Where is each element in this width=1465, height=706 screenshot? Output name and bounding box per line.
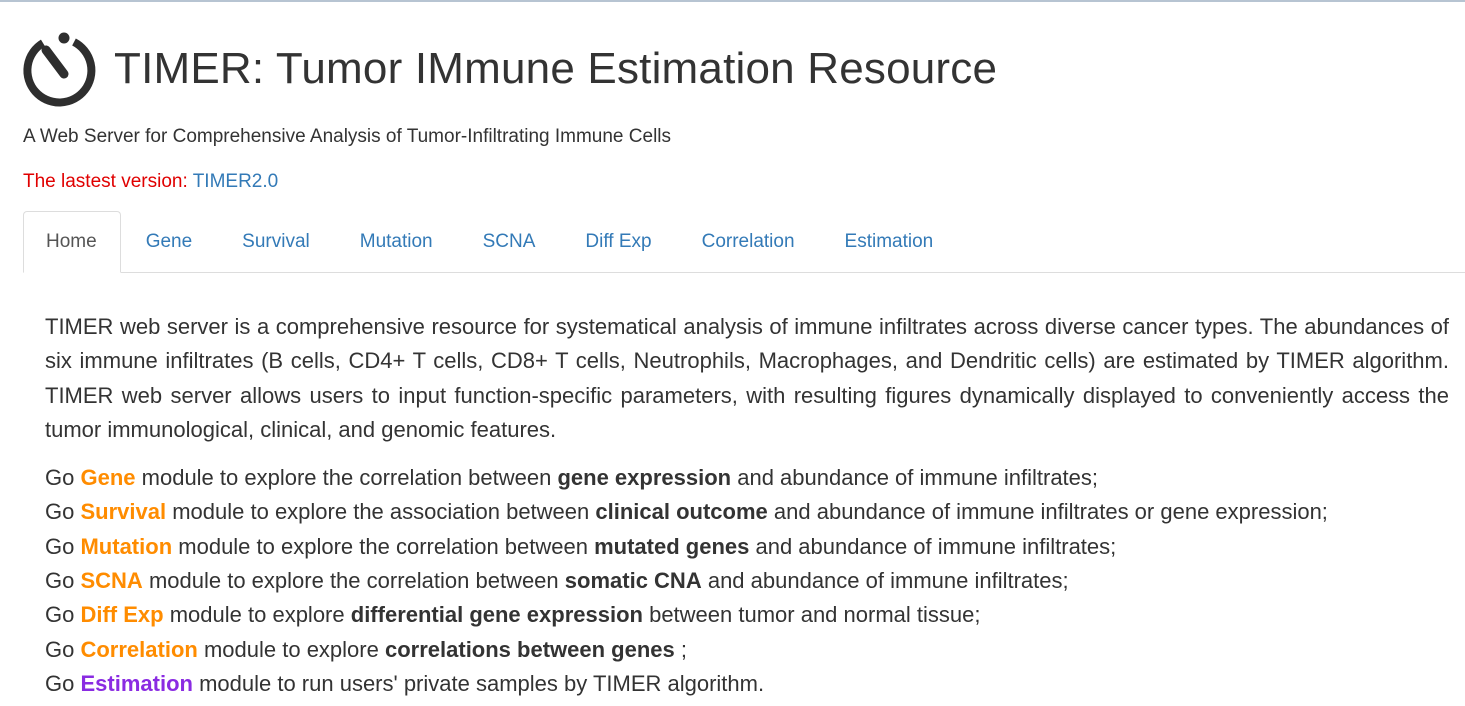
- module-desc-end: ;: [680, 636, 687, 662]
- go-text: Go: [45, 636, 75, 662]
- module-line-gene: Go Gene module to explore the correlatio…: [45, 461, 1449, 495]
- tab-survival[interactable]: Survival: [217, 211, 335, 272]
- module-list: Go Gene module to explore the correlatio…: [45, 461, 1449, 701]
- module-desc: module to explore the association betwee…: [172, 499, 590, 525]
- module-keyword: clinical outcome: [595, 499, 768, 525]
- module-desc-end: and abundance of immune infiltrates;: [755, 533, 1117, 559]
- latest-version-notice: The lastest version: TIMER2.0: [23, 171, 278, 193]
- go-text: Go: [45, 568, 75, 594]
- module-line-estimation: Go Estimation module to run users' priva…: [45, 667, 1449, 701]
- go-text: Go: [45, 499, 75, 525]
- scna-module-link[interactable]: SCNA: [80, 568, 142, 593]
- correlation-module-link[interactable]: Correlation: [80, 637, 197, 662]
- go-text: Go: [45, 670, 75, 696]
- module-line-mutation: Go Mutation module to explore the correl…: [45, 530, 1449, 564]
- module-keyword: mutated genes: [594, 533, 750, 559]
- module-desc: module to run users' private samples by …: [199, 670, 765, 696]
- module-keyword: differential gene expression: [350, 602, 643, 628]
- page-title: TIMER: Tumor IMmune Estimation Resource: [114, 44, 998, 93]
- go-text: Go: [45, 602, 75, 628]
- module-desc-end: and abundance of immune infiltrates or g…: [773, 499, 1328, 525]
- tab-mutation[interactable]: Mutation: [335, 211, 458, 272]
- module-keyword: correlations between genes: [384, 636, 675, 662]
- stopwatch-icon: [23, 32, 96, 107]
- module-line-scna: Go SCNA module to explore the correlatio…: [45, 564, 1449, 598]
- tab-scna[interactable]: SCNA: [458, 211, 561, 272]
- page-subtitle: A Web Server for Comprehensive Analysis …: [23, 126, 672, 147]
- mutation-module-link[interactable]: Mutation: [80, 534, 172, 559]
- tab-estimation[interactable]: Estimation: [820, 211, 959, 272]
- module-desc-end: between tumor and normal tissue;: [649, 602, 981, 628]
- intro-paragraph: TIMER web server is a comprehensive reso…: [45, 314, 1449, 442]
- gene-module-link[interactable]: Gene: [80, 465, 135, 490]
- estimation-module-link[interactable]: Estimation: [80, 671, 192, 696]
- page: TIMER: Tumor IMmune Estimation Resource …: [0, 0, 1465, 706]
- module-line-diff-exp: Go Diff Exp module to explore differenti…: [45, 598, 1449, 632]
- module-desc-end: and abundance of immune infiltrates;: [737, 465, 1099, 491]
- tab-gene[interactable]: Gene: [121, 211, 217, 272]
- home-content: TIMER web server is a comprehensive reso…: [45, 310, 1449, 701]
- module-keyword: somatic CNA: [564, 568, 702, 594]
- tab-correlation[interactable]: Correlation: [677, 211, 820, 272]
- go-text: Go: [45, 533, 75, 559]
- module-line-survival: Go Survival module to explore the associ…: [45, 495, 1449, 529]
- module-desc: module to explore the correlation betwee…: [141, 465, 552, 491]
- module-desc: module to explore: [169, 602, 345, 628]
- tab-home[interactable]: Home: [23, 211, 121, 273]
- module-desc-end: and abundance of immune infiltrates;: [707, 568, 1069, 594]
- module-line-correlation: Go Correlation module to explore correla…: [45, 633, 1449, 667]
- survival-module-link[interactable]: Survival: [80, 499, 166, 524]
- go-text: Go: [45, 465, 75, 491]
- module-keyword: gene expression: [557, 465, 732, 491]
- module-desc: module to explore the correlation betwee…: [178, 533, 588, 559]
- module-desc: module to explore: [203, 636, 379, 662]
- latest-version-label: The lastest version:: [23, 171, 188, 192]
- page-header: TIMER: Tumor IMmune Estimation Resource: [22, 30, 997, 108]
- diff-exp-module-link[interactable]: Diff Exp: [80, 602, 163, 627]
- module-desc: module to explore the correlation betwee…: [148, 568, 559, 594]
- timer2-link[interactable]: TIMER2.0: [193, 171, 279, 192]
- tab-diff-exp[interactable]: Diff Exp: [560, 211, 676, 272]
- tab-bar: Home Gene Survival Mutation SCNA Diff Ex…: [23, 211, 1465, 273]
